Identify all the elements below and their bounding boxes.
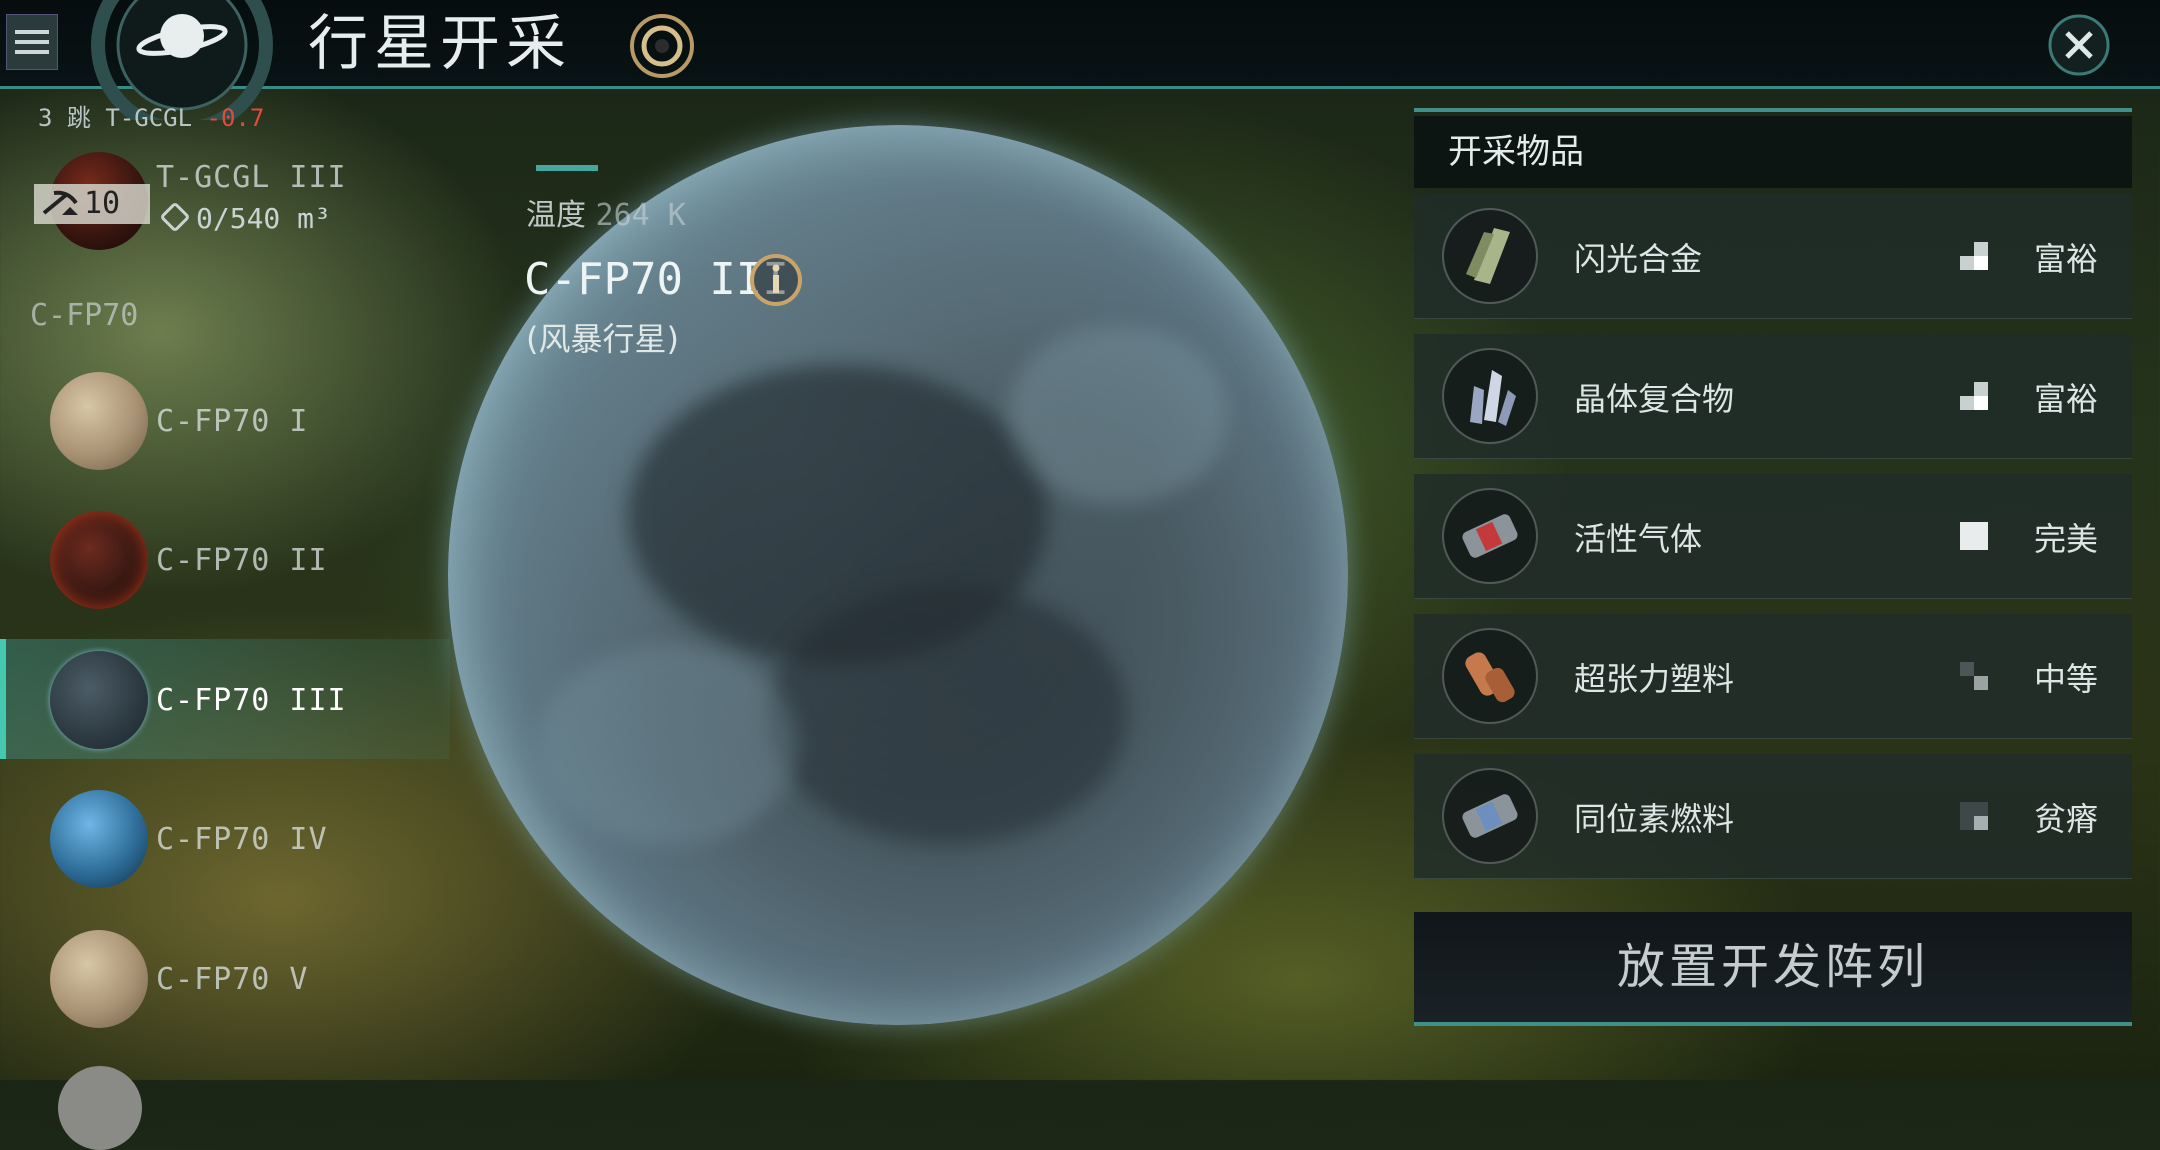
temperature-decor-line [536,165,598,171]
planet-surface-detail [768,585,1128,845]
planet-image-storm [50,651,148,749]
resource-row[interactable]: 晶体复合物 富裕 [1414,334,2132,459]
planet-name: C-FP70 IV [156,822,328,857]
top-bar: 行星开采 [0,0,2160,120]
resource-name: 闪光合金 [1574,240,1703,278]
resource-richness: 富裕 [2033,240,2098,278]
current-planet-name: T-GCGL III [156,160,347,195]
target-circle-icon[interactable] [626,10,698,82]
richness-grade-icon [1960,802,1988,830]
planet-image-lava [50,511,148,609]
planet-image-barren [50,930,148,1028]
temperature-label: 温度 [526,198,586,233]
planet-surface-detail [538,645,798,845]
resource-row[interactable]: 活性气体 完美 [1414,474,2132,599]
close-x-icon[interactable] [2046,12,2112,78]
planet-name: C-FP70 V [156,962,309,997]
planet-surface-detail [1008,325,1228,505]
menu-line [15,40,49,44]
system-name: C-FP70 [30,298,139,333]
fuel-canister-icon [1442,768,1538,864]
richness-grade-icon [1960,662,1988,690]
alloy-bars-icon [1442,208,1538,304]
resource-richness: 贫瘠 [2033,800,2098,838]
resource-name: 活性气体 [1574,520,1703,558]
planet-name: C-FP70 II [156,543,328,578]
menu-line [15,50,49,54]
temperature-value: 264 K [595,198,686,233]
richness-grade-icon [1960,522,1988,550]
plastic-rolls-icon [1442,628,1538,724]
planet-name: C-FP70 III [156,683,347,718]
crystal-cluster-icon [1442,348,1538,444]
gas-canister-icon [1442,488,1538,584]
resources-header: 开采物品 [1414,116,2132,188]
pi-level-value: 10 [84,186,121,221]
planet-name: C-FP70 I [156,404,309,439]
security-status: -0.7 [206,104,265,132]
temperature-info: 温度 264 K [526,190,686,234]
deploy-array-button[interactable]: 放置开发阵列 [1414,912,2132,1026]
planet-row[interactable]: C-FP70 V [0,918,650,1038]
menu-line [15,30,49,34]
richness-grade-icon [1960,242,1988,270]
resource-name: 同位素燃料 [1574,800,1735,838]
resource-name: 超张力塑料 [1574,660,1735,698]
jump-count: 3 跳 T-GCGL [38,104,193,132]
storage-value: 0/540 m³ [196,202,331,235]
route-info: 3 跳 T-GCGL -0.7 [38,98,264,133]
page-title: 行星开采 [308,9,572,79]
resource-name: 晶体复合物 [1574,380,1735,418]
pickaxe-icon [42,190,78,215]
richness-grade-icon [1960,382,1988,410]
resource-richness: 中等 [2033,660,2098,698]
resources-panel: 开采物品 闪光合金 富裕 晶体复合物 富裕 活性气体 完美 超张力塑料 中等 同… [1414,108,2132,1030]
resource-richness: 完美 [2033,520,2098,558]
satellite-icon [159,201,191,233]
planet-image-partial [58,1066,142,1150]
resource-row[interactable]: 闪光合金 富裕 [1414,194,2132,319]
storage-info: 0/540 m³ [159,201,331,235]
planet-image-ocean [50,790,148,888]
resource-row[interactable]: 超张力塑料 中等 [1414,614,2132,739]
planet-image-barren [50,372,148,470]
resource-row[interactable]: 同位素燃料 贫瘠 [1414,754,2132,879]
resource-richness: 富裕 [2033,380,2098,418]
info-circle-icon[interactable] [748,252,804,308]
menu-button[interactable] [6,14,58,70]
pi-level-badge: 10 [34,184,150,224]
planet-type: (风暴行星) [526,320,679,358]
